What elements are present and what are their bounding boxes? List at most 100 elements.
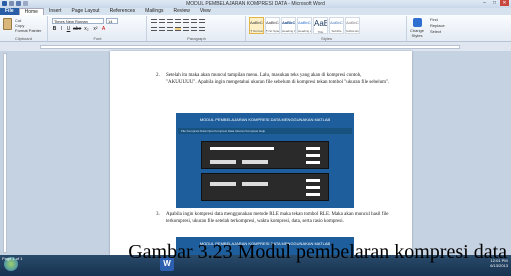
word-window: MODUL PEMBELAJARAN KOMPRESI DATA - Micro…: [0, 0, 511, 255]
screenshot-button: [242, 182, 268, 186]
style-name: Heading 2: [298, 29, 312, 33]
style-no-spacing[interactable]: AaBbCcDc ¶ No Spaci...: [265, 17, 280, 34]
tab-review[interactable]: Review: [169, 8, 195, 15]
list-number: 3.: [156, 212, 160, 217]
screenshot-input-field: [210, 147, 274, 150]
paragraph-3: 3. Apabila ingin kompresi data menggunak…: [156, 212, 392, 225]
font-format-buttons: B I U abe x₂ x² A: [52, 26, 106, 32]
bold-button[interactable]: B: [52, 26, 57, 32]
style-title[interactable]: AaB Title: [313, 17, 328, 34]
format-painter-button[interactable]: Format Painter: [15, 28, 41, 33]
strikethrough-button[interactable]: abe: [73, 26, 81, 32]
style-sample: AaB: [314, 19, 328, 28]
style-name: ¶ Normal: [250, 29, 263, 33]
font-size-select[interactable]: 14: [106, 18, 118, 24]
list-number: 2.: [156, 73, 160, 78]
ribbon-tabs: File Home Insert Page Layout References …: [0, 7, 511, 16]
screenshot-result-field: [306, 147, 320, 150]
style-heading-1[interactable]: AaBbC Heading 1: [281, 17, 296, 34]
tab-view[interactable]: View: [195, 8, 216, 15]
screenshot-result-field: [306, 154, 320, 157]
style-heading-2[interactable]: AaBbCc Heading 2: [297, 17, 312, 34]
list-buttons: [151, 19, 205, 23]
align-center-icon[interactable]: [159, 27, 165, 31]
screenshot-panel-upper: [201, 141, 329, 169]
change-styles-label: Change Styles: [409, 28, 424, 38]
change-styles-button[interactable]: Change Styles: [407, 16, 427, 40]
vertical-ruler[interactable]: [3, 53, 7, 253]
screenshot-menu: File Kompresi Data Opsi Kompresi Data Uk…: [178, 128, 352, 134]
style-sample: AaBbCcDc: [346, 20, 359, 25]
superscript-button[interactable]: x²: [92, 26, 99, 32]
style-name: Heading 1: [282, 29, 296, 33]
style-name: Title: [317, 30, 324, 34]
style-sample: AaBbCcDc: [266, 20, 279, 25]
tab-file[interactable]: File: [0, 8, 19, 15]
style-name: Subtle Em...: [346, 29, 360, 33]
show-marks-icon[interactable]: [199, 19, 205, 23]
multilevel-list-icon[interactable]: [167, 19, 173, 23]
font-color-button[interactable]: A: [101, 26, 106, 32]
paragraph-group: Paragraph: [148, 16, 246, 41]
underline-button[interactable]: U: [66, 26, 71, 32]
paragraph-text: Setelah itu maka akan muncul tampilan me…: [166, 73, 390, 85]
undo-icon[interactable]: [16, 1, 21, 6]
style-name: ¶ No Spaci...: [266, 29, 280, 33]
numbering-icon[interactable]: [159, 19, 165, 23]
font-name-select[interactable]: Times New Roman: [52, 18, 104, 24]
window-title: MODUL PEMBELAJARAN KOMPRESI DATA - Micro…: [186, 1, 325, 7]
title-bar: MODUL PEMBELAJARAN KOMPRESI DATA - Micro…: [0, 0, 511, 8]
screenshot-result-field: [306, 179, 320, 182]
screenshot-result-field: [306, 161, 320, 164]
style-gallery: AaBbCcDc ¶ Normal AaBbCcDc ¶ No Spaci...…: [249, 17, 360, 34]
screenshot-title: MODUL PEMBELAJARAN KOMPRESI DATA MENGGUN…: [199, 117, 331, 122]
paragraph-text: Apabila ingin kompresi data menggunakan …: [166, 212, 389, 224]
style-normal[interactable]: AaBbCcDc ¶ Normal: [249, 17, 264, 34]
style-sample: AaBbC: [282, 20, 296, 25]
figure-caption: Gambar 3.23 Modul pembelaran kompresi da…: [128, 241, 507, 263]
style-name: Subtitle: [331, 29, 342, 33]
maximize-button[interactable]: □: [490, 0, 499, 6]
paragraph-2: 2. Setelah itu maka akan muncul tampilan…: [156, 73, 392, 86]
screenshot-result-field: [306, 186, 320, 189]
align-left-icon[interactable]: [151, 27, 157, 31]
justify-icon[interactable]: [175, 27, 181, 31]
line-spacing-icon[interactable]: [183, 27, 189, 31]
font-group-label: Font: [93, 36, 102, 41]
sort-icon[interactable]: [191, 19, 197, 23]
paste-icon[interactable]: [3, 18, 12, 30]
tab-page-layout[interactable]: Page Layout: [66, 8, 104, 15]
subscript-button[interactable]: x₂: [83, 26, 90, 32]
tab-references[interactable]: References: [105, 8, 141, 15]
matlab-screenshot-1: MODUL PEMBELAJARAN KOMPRESI DATA MENGGUN…: [176, 113, 354, 208]
borders-icon[interactable]: [199, 27, 205, 31]
style-sample: AaBbCc: [298, 20, 312, 25]
align-buttons: [151, 27, 205, 31]
shading-icon[interactable]: [191, 27, 197, 31]
horizontal-ruler[interactable]: [40, 45, 460, 49]
style-sample: AaBbCc.: [330, 20, 343, 25]
style-subtle-emphasis[interactable]: AaBbCcDc Subtle Em...: [345, 17, 360, 34]
select-button[interactable]: Select: [430, 29, 445, 35]
document-page[interactable]: 2. Setelah itu maka akan muncul tampilan…: [110, 51, 412, 255]
tab-insert[interactable]: Insert: [44, 8, 67, 15]
save-icon[interactable]: [9, 1, 14, 6]
tab-mailings[interactable]: Mailings: [140, 8, 168, 15]
align-right-icon[interactable]: [167, 27, 173, 31]
screenshot-button: [210, 182, 236, 186]
increase-indent-icon[interactable]: [183, 19, 189, 23]
styles-group: AaBbCcDc ¶ Normal AaBbCcDc ¶ No Spaci...…: [247, 16, 407, 41]
redo-icon[interactable]: [23, 1, 28, 6]
screenshot-result-field: [306, 193, 320, 196]
clipboard-group: Cut Copy Format Painter Clipboard: [0, 16, 48, 41]
change-styles-icon: [412, 18, 422, 27]
decrease-indent-icon[interactable]: [175, 19, 181, 23]
minimize-button[interactable]: –: [480, 0, 489, 6]
editing-group: Find Replace Select: [430, 17, 445, 35]
close-button[interactable]: ✕: [500, 0, 509, 6]
quick-access-toolbar: [2, 1, 28, 7]
italic-button[interactable]: I: [59, 26, 64, 32]
style-sample: AaBbCcDc: [250, 20, 263, 25]
bullets-icon[interactable]: [151, 19, 157, 23]
style-subtitle[interactable]: AaBbCc. Subtitle: [329, 17, 344, 34]
